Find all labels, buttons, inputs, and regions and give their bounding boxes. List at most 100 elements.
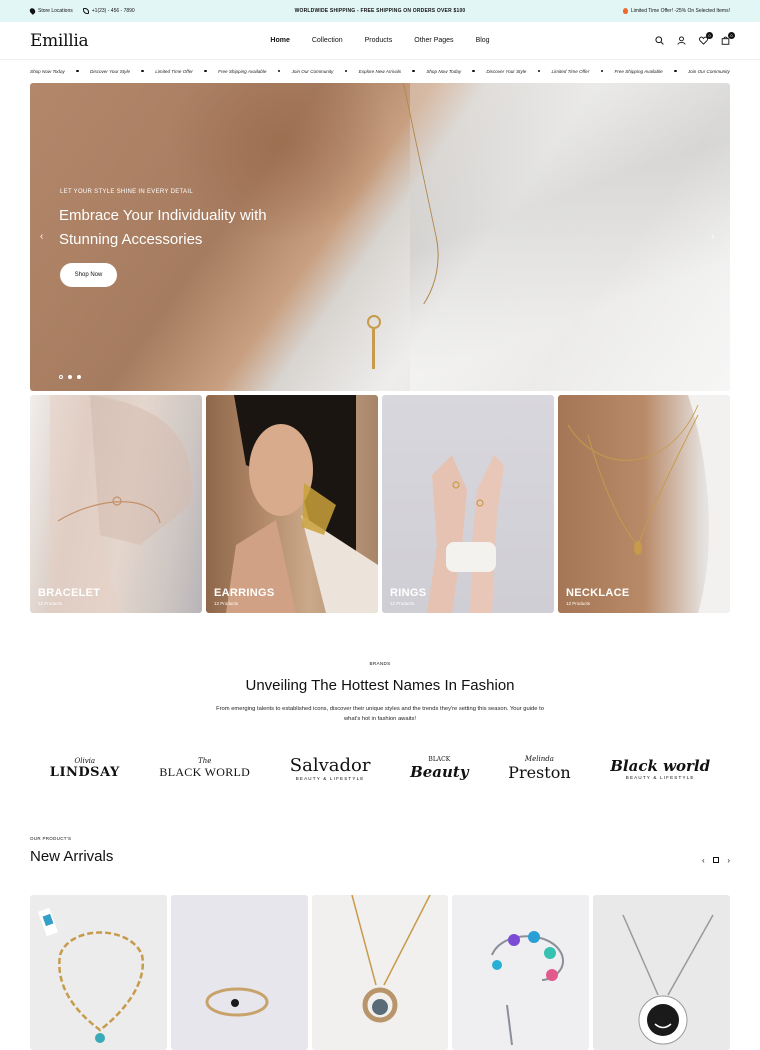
wishlist-icon[interactable]: 0 <box>699 32 713 45</box>
cart-count-badge: 0 <box>728 32 735 39</box>
product-card[interactable] <box>170 895 308 1050</box>
nav-home[interactable]: Home <box>270 37 289 44</box>
brand-name: Salvador <box>289 755 371 776</box>
marquee-item: Discover Your Style <box>486 68 527 74</box>
slider-next-arrow-icon[interactable]: › <box>711 231 714 242</box>
marquee-separator <box>141 69 144 73</box>
brand-logo-black-beauty[interactable]: BLACK Beauty <box>410 756 469 781</box>
rings-hands-image <box>427 455 504 613</box>
shop-now-button[interactable]: Shop Now <box>60 263 117 287</box>
nav-collection[interactable]: Collection <box>312 37 343 44</box>
brands-kicker: BRANDS <box>369 661 391 666</box>
category-count: 12 Products <box>390 601 415 606</box>
brand-name: LINDSAY <box>49 764 120 780</box>
brand-name: Black world <box>610 756 711 775</box>
marquee-separator <box>600 69 604 73</box>
hero-image-fabric <box>410 83 730 391</box>
category-card-bracelet[interactable]: BRACELET 12 Products <box>30 395 202 613</box>
brand-script: Olivia <box>74 756 96 765</box>
marquee-item: Shop Now Today <box>426 68 462 74</box>
main-nav: Home Collection Products Other Pages Blo… <box>230 37 530 44</box>
new-arrivals-title: New Arrivals <box>30 848 114 865</box>
cart-icon[interactable]: 0 <box>721 32 735 45</box>
marquee-separator <box>674 69 677 73</box>
carousel-next-icon[interactable]: › <box>727 856 730 865</box>
phone-icon <box>82 8 89 14</box>
topbar-contacts: Store Locations +1(23) - 456 - 7890 <box>28 7 270 15</box>
wishlist-count-badge: 0 <box>706 32 713 39</box>
site-logo[interactable]: Emillia <box>30 31 230 51</box>
marquee-item: Free Shipping Available <box>614 68 663 74</box>
marquee-separator <box>344 69 348 73</box>
brand-name: Beauty <box>410 762 469 781</box>
shipping-notice: WORLDWIDE SHIPPING - FREE SHIPPING ON OR… <box>294 8 466 14</box>
category-grid: BRACELET 12 Products EARRINGS 12 Product… <box>30 395 730 613</box>
brand-tagline: BEAUTY & LIFESTYLE <box>295 776 365 781</box>
brand-tagline: BEAUTY & LIFESTYLE <box>625 774 695 780</box>
search-icon[interactable] <box>655 36 664 45</box>
offer-notice: Limited Time Offer! -25% On Selected Ite… <box>490 8 730 14</box>
announcement-bar: Store Locations +1(23) - 456 - 7890 WORL… <box>0 0 760 22</box>
slider-dot[interactable] <box>68 375 72 379</box>
hero-slider: LET YOUR STYLE SHINE IN EVERY DETAIL Emb… <box>30 83 730 391</box>
hero-kicker: LET YOUR STYLE SHINE IN EVERY DETAIL <box>60 189 193 195</box>
slider-prev-arrow-icon[interactable]: ‹ <box>40 231 43 242</box>
site-header: Emillia Home Collection Products Other P… <box>0 22 760 60</box>
new-arrivals-controls: ‹ › <box>702 855 730 865</box>
category-count: 12 Products <box>38 601 63 606</box>
product-carousel <box>30 895 730 1050</box>
carousel-prev-icon[interactable]: ‹ <box>702 856 705 865</box>
marquee-item: Explore New Arrivals <box>358 68 402 74</box>
pendant-necklace-image <box>350 895 431 1023</box>
category-card-rings[interactable]: RINGS 12 Products <box>382 395 554 613</box>
marquee-separator <box>472 69 475 73</box>
category-count: 12 Products <box>214 601 239 606</box>
brand-name: BLACK WORLD <box>159 764 251 779</box>
grid-view-icon[interactable] <box>713 857 719 863</box>
category-count: 12 Products <box>566 601 591 606</box>
product-card[interactable] <box>311 895 449 1050</box>
promo-marquee: Shop Now Today Discover Your Style Limit… <box>0 60 760 82</box>
phone-number: +1(23) - 456 - 7890 <box>91 8 135 14</box>
marquee-separator <box>76 69 79 73</box>
store-locations-label: Store Locations <box>38 8 73 14</box>
brand-script: BLACK <box>428 755 451 763</box>
category-card-necklace[interactable]: NECKLACE 12 Products <box>558 395 730 613</box>
chain-bracelet-image <box>37 907 145 1043</box>
category-card-earrings[interactable]: EARRINGS 12 Products <box>206 395 378 613</box>
slider-dot-active[interactable] <box>59 375 63 379</box>
offer-text: Limited Time Offer! -25% On Selected Ite… <box>630 8 730 14</box>
category-title: NECKLACE <box>566 587 630 599</box>
new-arrivals-kicker: OUR PRODUCT'S <box>30 836 72 841</box>
marquee-item: Limited Time Offer <box>155 68 193 74</box>
smiley-pendant-image <box>622 914 714 1045</box>
product-card[interactable] <box>593 895 730 1050</box>
phone-link[interactable]: +1(23) - 456 - 7890 <box>82 8 135 14</box>
earrings-model-image <box>226 395 378 613</box>
product-card[interactable] <box>452 895 590 1050</box>
fire-icon <box>622 8 628 14</box>
account-icon[interactable] <box>677 36 686 45</box>
brand-name: Preston <box>508 762 571 782</box>
marquee-item: Limited Time Offer <box>551 68 590 74</box>
charm-bracelet-image <box>491 931 565 1046</box>
brand-script: The <box>198 756 212 765</box>
product-card[interactable] <box>30 895 167 1050</box>
brand-logo-salvador[interactable]: Salvador BEAUTY & LIFESTYLE <box>290 755 371 781</box>
brand-logo-black-world-beauty[interactable]: Black world BEAUTY & LIFESTYLE <box>610 757 710 780</box>
marquee-item: Join Our Community <box>291 68 334 74</box>
marquee-item: Join Our Community <box>687 68 730 74</box>
brand-logo-preston[interactable]: Melinda Preston <box>508 755 570 782</box>
brand-logo-black-world[interactable]: The BLACK WORLD <box>159 757 250 780</box>
brand-logo-lindsay[interactable]: Olivia LINDSAY <box>50 757 120 780</box>
necklace-image <box>567 395 730 613</box>
bracelet-image <box>50 395 192 613</box>
slider-dot[interactable] <box>77 375 81 379</box>
nav-other-pages[interactable]: Other Pages <box>414 37 453 44</box>
map-pin-icon <box>28 7 37 15</box>
brand-logos-row: Olivia LINDSAY The BLACK WORLD Salvador … <box>30 746 730 790</box>
store-locations-link[interactable]: Store Locations <box>28 7 73 15</box>
nav-products[interactable]: Products <box>365 37 393 44</box>
nav-blog[interactable]: Blog <box>476 37 490 44</box>
marquee-item: Free Shipping Available <box>218 68 267 74</box>
